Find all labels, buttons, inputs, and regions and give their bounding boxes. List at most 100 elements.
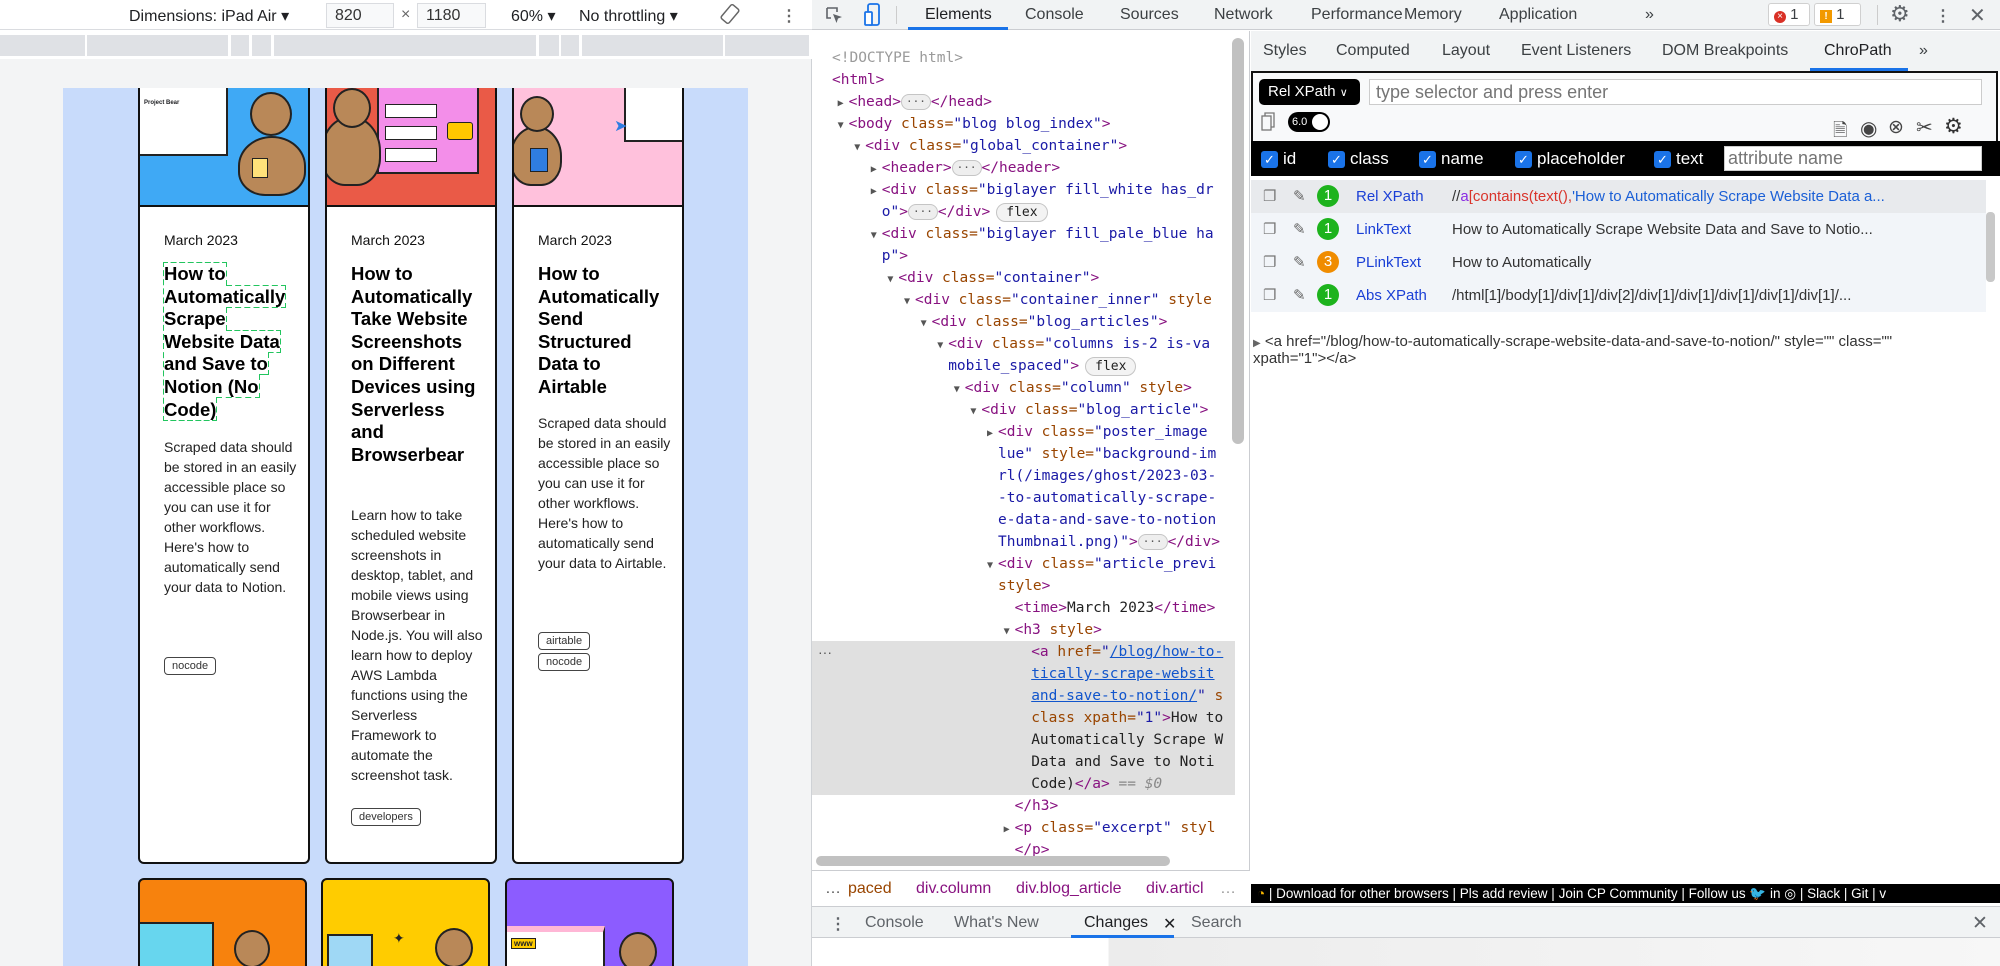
dom-node[interactable]: <time>March 2023</time>: [812, 597, 1235, 619]
more-tabs-button[interactable]: »: [1645, 6, 1654, 24]
edit-pencil-icon[interactable]: ✎: [1293, 246, 1306, 279]
more-sidebar-tabs-button[interactable]: »: [1919, 42, 1928, 60]
throttling-dropdown[interactable]: No throttling ▾: [579, 6, 678, 26]
tools-icon[interactable]: ✂: [1916, 115, 1933, 140]
elements-horizontal-scrollbar[interactable]: [816, 856, 1170, 866]
drawer-menu-icon[interactable]: ⋮: [830, 914, 846, 934]
settings-icon[interactable]: ⚙: [1944, 114, 1963, 139]
expand-arrow-icon[interactable]: ▶: [1253, 338, 1261, 349]
dom-node[interactable]: lue" style="background-im: [812, 443, 1235, 465]
close-devtools-icon[interactable]: ✕: [1969, 3, 1986, 28]
article-title-link[interactable]: How to Automatically Scrape Website Data…: [162, 262, 287, 421]
checkbox-checked-icon[interactable]: ✓: [1328, 150, 1345, 168]
drawer-tab-search[interactable]: Search: [1191, 914, 1242, 932]
media-query-segment[interactable]: [582, 35, 723, 56]
tab-layout[interactable]: Layout: [1442, 42, 1490, 60]
ellipsis-expand-button[interactable]: ···: [1137, 534, 1168, 550]
dom-node[interactable]: ▶ <header> ··· </header>: [812, 157, 1235, 179]
expanded-triangle-icon[interactable]: ▼: [838, 115, 849, 135]
dom-node[interactable]: style>: [812, 575, 1235, 597]
breadcrumb-scroll-right[interactable]: …: [1220, 880, 1236, 898]
media-query-segment[interactable]: [539, 35, 559, 56]
footer-links-tail[interactable]: | Slack | Git | v: [1800, 886, 1886, 901]
warning-count-button[interactable]: ! 1: [1814, 3, 1861, 26]
ellipsis-expand-button[interactable]: ···: [951, 160, 982, 176]
twitter-icon[interactable]: 🐦: [1749, 886, 1766, 901]
dom-node-selected[interactable]: Automatically Scrape W: [812, 729, 1235, 751]
selector-value[interactable]: How to Automatically: [1452, 246, 1591, 279]
edit-pencil-icon[interactable]: ✎: [1293, 279, 1306, 312]
collapsed-triangle-icon[interactable]: ▶: [871, 159, 882, 179]
dom-node-selected[interactable]: class xpath="1">How to: [812, 707, 1235, 729]
height-input[interactable]: 1180: [417, 3, 486, 28]
footer-links[interactable]: | Download for other browsers | Pls add …: [1269, 886, 1746, 901]
dom-node[interactable]: ▼ <div class="biglayer fill_pale_blue ha: [812, 223, 1235, 245]
dom-node[interactable]: ▼ <body class="blog blog_index">: [812, 113, 1235, 135]
tab-styles[interactable]: Styles: [1263, 42, 1307, 60]
checkbox-checked-icon[interactable]: ✓: [1419, 150, 1436, 168]
media-query-segment[interactable]: [561, 35, 579, 56]
tag-airtable[interactable]: airtable: [538, 632, 591, 650]
selector-value[interactable]: How to Automatically Scrape Website Data…: [1452, 213, 1873, 246]
dom-node[interactable]: ▼ <div class="columns is-2 is-va: [812, 333, 1235, 355]
expanded-triangle-icon[interactable]: ▼: [954, 379, 965, 399]
article-poster-image[interactable]: ➤: [512, 88, 684, 207]
breadcrumb-item[interactable]: div.articl: [1146, 880, 1206, 898]
record-icon[interactable]: ◉: [1860, 116, 1877, 141]
inspect-element-icon[interactable]: [824, 5, 844, 25]
collapsed-triangle-icon[interactable]: ▶: [871, 181, 882, 201]
checkbox-text[interactable]: ✓ text: [1654, 149, 1703, 169]
expanded-triangle-icon[interactable]: ▼: [921, 313, 932, 333]
dom-node[interactable]: ▼ <h3 style>: [812, 619, 1235, 641]
device-toolbar-toggle-icon[interactable]: [864, 3, 882, 27]
media-query-segment[interactable]: [0, 35, 85, 56]
tab-dom-breakpoints[interactable]: DOM Breakpoints: [1662, 42, 1788, 60]
expanded-triangle-icon[interactable]: ▼: [887, 269, 898, 289]
copy-icon[interactable]: [1261, 112, 1275, 132]
results-scrollbar[interactable]: [1986, 212, 1995, 282]
copy-icon[interactable]: ❐: [1263, 180, 1276, 213]
smart-maintenance-icon[interactable]: ⊗: [1888, 116, 1904, 139]
selector-type-dropdown[interactable]: Rel XPath ∨: [1259, 79, 1360, 105]
checkbox-checked-icon[interactable]: ✓: [1654, 150, 1671, 168]
media-query-bar[interactable]: [0, 31, 812, 59]
expanded-triangle-icon[interactable]: ▼: [904, 291, 915, 311]
checkbox-class[interactable]: ✓ class: [1328, 149, 1389, 169]
dom-node[interactable]: ▼ <div class="container">: [812, 267, 1235, 289]
ellipsis-expand-button[interactable]: ···: [908, 204, 938, 220]
collapsed-triangle-icon[interactable]: ▶: [1004, 819, 1015, 839]
width-input[interactable]: 820: [326, 3, 394, 28]
dom-node-selected[interactable]: Data and Save to Noti: [812, 751, 1235, 773]
breadcrumb-item[interactable]: div.blog_article: [1016, 880, 1122, 898]
dom-node[interactable]: <!DOCTYPE html>: [812, 47, 1235, 69]
dom-node[interactable]: e-data-and-save-to-notion: [812, 509, 1235, 531]
close-changes-tab-icon[interactable]: ✕: [1163, 914, 1176, 934]
drawer-tab-whats-new[interactable]: What's New: [954, 914, 1039, 932]
breadcrumb-item[interactable]: div.column: [916, 880, 991, 898]
elements-dom-tree[interactable]: <!DOCTYPE html> <html> ▶ <head> ··· </head> ▼…: [812, 31, 1250, 870]
expanded-triangle-icon[interactable]: ▼: [937, 335, 948, 355]
dom-node[interactable]: ▶ <head> ··· </head>: [812, 91, 1235, 113]
edit-pencil-icon[interactable]: ✎: [1293, 180, 1306, 213]
href-link[interactable]: /blog/how-to-: [1110, 644, 1224, 660]
media-query-segment[interactable]: [274, 35, 536, 56]
dom-node[interactable]: p">: [812, 245, 1235, 267]
tab-chropath[interactable]: ChroPath: [1824, 42, 1892, 60]
elements-vertical-scrollbar[interactable]: [1232, 38, 1244, 444]
article-poster-image[interactable]: www: [505, 878, 674, 966]
rotate-icon[interactable]: [719, 3, 741, 25]
zoom-dropdown[interactable]: 60% ▾: [511, 6, 556, 26]
dom-node[interactable]: ▼ <div class="blog_article">: [812, 399, 1235, 421]
selected-node-menu[interactable]: ···: [818, 641, 832, 663]
expanded-triangle-icon[interactable]: ▼: [854, 137, 865, 157]
instagram-icon[interactable]: ◎: [1784, 886, 1796, 901]
article-title-link[interactable]: How to Automatically Send Structured Dat…: [538, 263, 659, 397]
href-link[interactable]: tically-scrape-websit: [1031, 666, 1214, 682]
linkedin-icon[interactable]: in: [1770, 886, 1781, 901]
tab-application[interactable]: Application: [1499, 6, 1577, 24]
flex-badge[interactable]: flex: [1085, 357, 1137, 376]
collapsed-triangle-icon[interactable]: ▶: [838, 93, 849, 113]
checkbox-id[interactable]: ✓ id: [1261, 149, 1296, 169]
dom-node-selected[interactable]: Code)</a> == $0: [812, 773, 1235, 795]
media-query-segment[interactable]: [231, 35, 249, 56]
